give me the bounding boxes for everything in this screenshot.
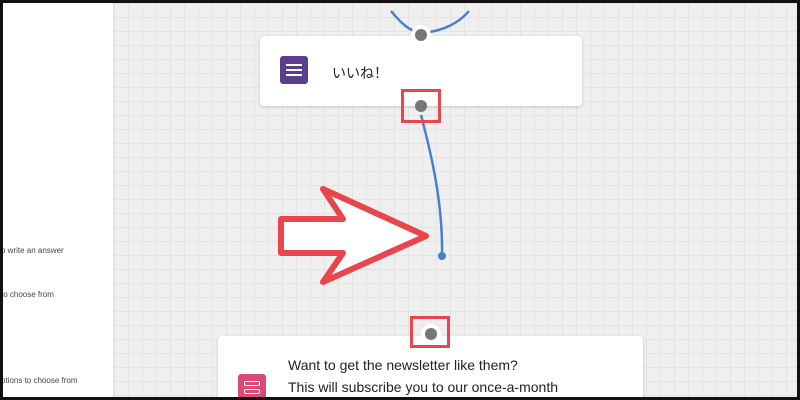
connector-drag-handle bbox=[438, 252, 446, 260]
text-question-icon bbox=[280, 56, 308, 84]
card1-input-port[interactable] bbox=[415, 29, 427, 41]
input-port-highlight bbox=[410, 316, 450, 348]
output-port-highlight bbox=[401, 89, 441, 123]
question-title: いいね！ bbox=[332, 65, 388, 81]
question-text-line2: This will subscribe you to our once-a-mo… bbox=[288, 379, 559, 395]
annotation-arrow bbox=[278, 186, 429, 285]
screenshot-frame: o write an answer to choose from ptions … bbox=[0, 0, 800, 400]
question-text-line1: Want to get the newsletter like them? bbox=[288, 357, 518, 373]
question-text: Want to get the newsletter like them? Th… bbox=[288, 354, 559, 397]
choice-question-icon bbox=[238, 374, 266, 397]
